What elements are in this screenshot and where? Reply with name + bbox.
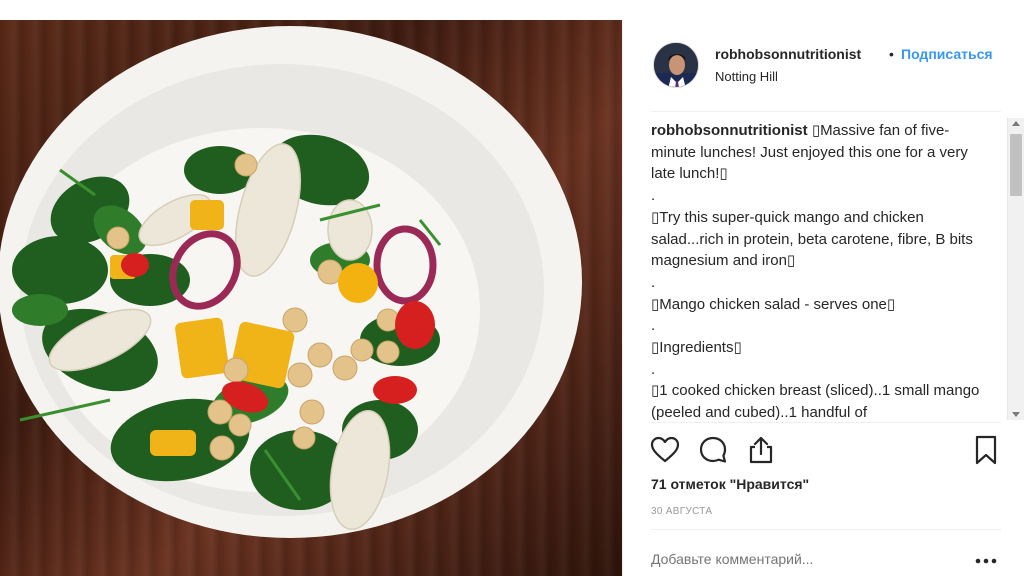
comment-icon — [699, 436, 727, 463]
post-date[interactable]: 30 АВГУСТА — [651, 506, 712, 517]
post-location[interactable]: Notting Hill — [715, 69, 778, 84]
like-button[interactable] — [649, 434, 681, 466]
caption-line: . — [651, 360, 656, 378]
avatar-image — [654, 43, 698, 87]
caption-username[interactable]: robhobsonnutritionist — [651, 122, 808, 139]
scroll-down-icon[interactable] — [1012, 412, 1020, 417]
post-photo[interactable] — [0, 20, 622, 576]
comment-button[interactable] — [697, 434, 729, 466]
save-button[interactable] — [970, 434, 1002, 466]
caption-scrollbar[interactable] — [1007, 118, 1024, 420]
avatar[interactable] — [653, 42, 699, 88]
caption-line: robhobsonnutritionist ▯Massive fan of fi… — [651, 120, 989, 185]
divider — [651, 111, 1001, 112]
heart-icon — [650, 436, 680, 463]
share-icon — [749, 436, 773, 464]
author-username[interactable]: robhobsonnutritionist — [715, 46, 861, 62]
more-options-button[interactable] — [971, 554, 1001, 568]
likes-count[interactable]: 71 отметок "Нравится" — [651, 476, 809, 492]
divider — [651, 529, 1001, 530]
top-bar — [0, 0, 1024, 20]
post-caption: robhobsonnutritionist ▯Massive fan of fi… — [651, 120, 989, 420]
scroll-up-icon[interactable] — [1012, 121, 1020, 126]
caption-line: ▯Mango chicken salad - serves one▯ — [651, 295, 896, 313]
comment-input[interactable] — [651, 551, 951, 567]
separator-dot: • — [889, 46, 894, 62]
post-header: robhobsonnutritionist • Подписаться Nott… — [623, 20, 1024, 110]
divider — [651, 422, 1001, 423]
follow-button[interactable]: Подписаться — [901, 46, 993, 62]
caption-line: . — [651, 317, 656, 335]
caption-line: ▯Try this super-quick mango and chicken … — [651, 208, 973, 270]
caption-line: . — [651, 187, 656, 205]
caption-line: . — [651, 273, 656, 291]
caption-line: ▯Ingredients▯ — [651, 339, 742, 357]
caption-scroll-area[interactable]: robhobsonnutritionist ▯Massive fan of fi… — [651, 120, 1009, 420]
more-options-icon — [975, 558, 997, 564]
salad-image — [0, 26, 582, 538]
share-button[interactable] — [745, 434, 777, 466]
post-sidebar: robhobsonnutritionist • Подписаться Nott… — [622, 20, 1024, 576]
bookmark-icon — [975, 435, 997, 465]
scroll-thumb[interactable] — [1010, 134, 1022, 196]
caption-line: ▯1 cooked chicken breast (sliced)..1 sma… — [651, 382, 980, 420]
post-actions — [623, 430, 1024, 470]
